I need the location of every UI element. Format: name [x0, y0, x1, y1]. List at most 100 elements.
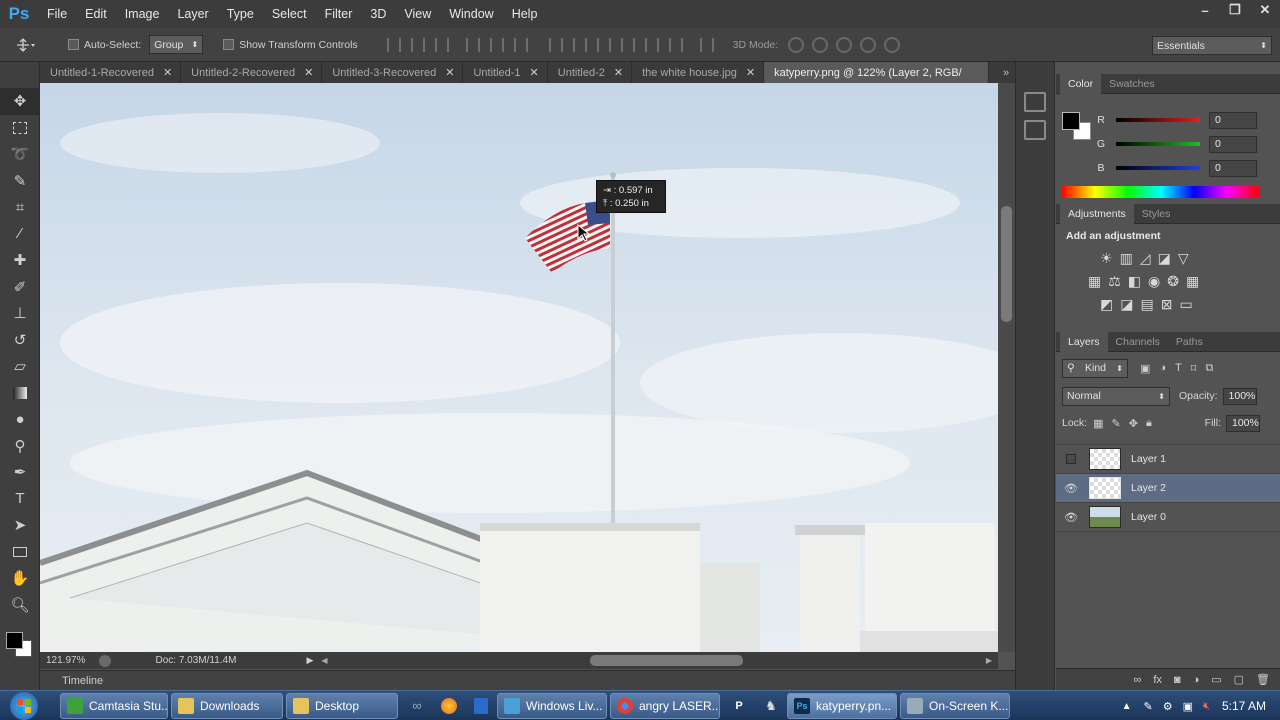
photo-filter-icon[interactable]: ◉: [1148, 273, 1160, 290]
horizontal-scroll-thumb[interactable]: [590, 655, 743, 666]
distribute-top-icon[interactable]: [548, 37, 563, 52]
layer-row-selected[interactable]: 👁︎ Layer 2: [1056, 474, 1280, 503]
curves-icon[interactable]: ◿: [1140, 250, 1151, 267]
tab-swatches[interactable]: Swatches: [1101, 78, 1163, 90]
tab-paths[interactable]: Paths: [1168, 336, 1211, 348]
tab-channels[interactable]: Channels: [1108, 336, 1168, 348]
taskbar-desktop[interactable]: Desktop: [286, 692, 398, 719]
add-mask-icon[interactable]: ◙: [1174, 674, 1181, 686]
properties-panel-icon[interactable]: [1024, 120, 1046, 140]
scroll-left-icon[interactable]: ◀: [321, 656, 327, 665]
app-icon[interactable]: [465, 693, 497, 719]
align-bottom-icon[interactable]: [434, 37, 449, 52]
vertical-scroll-thumb[interactable]: [1001, 206, 1012, 322]
zoom-level[interactable]: 121.97%: [46, 655, 85, 666]
taskbar-camtasia[interactable]: Camtasia Stu...: [60, 692, 168, 719]
tab-untitled-3-recovered[interactable]: Untitled-3-Recovered ✕: [322, 62, 464, 83]
color-spectrum-bar[interactable]: [1062, 186, 1260, 198]
menu-image[interactable]: Image: [116, 0, 169, 28]
visibility-toggle-off[interactable]: [1062, 450, 1080, 468]
eye-icon[interactable]: 👁︎: [1062, 479, 1080, 497]
tab-adjustments[interactable]: Adjustments: [1060, 203, 1134, 224]
menu-edit[interactable]: Edit: [76, 0, 116, 28]
align-left-icon[interactable]: [465, 37, 480, 52]
link-layers-icon[interactable]: ∞: [1134, 674, 1142, 686]
history-brush-tool-icon[interactable]: ↺: [0, 327, 40, 354]
healing-brush-tool-icon[interactable]: ✚: [0, 247, 40, 274]
red-value[interactable]: 0: [1209, 111, 1257, 129]
3d-rotate-icon[interactable]: [788, 36, 805, 53]
distribute-left-icon[interactable]: [620, 37, 635, 52]
tab-untitled-2[interactable]: Untitled-2 ✕: [548, 62, 633, 83]
align-right-icon[interactable]: [513, 37, 528, 52]
foreground-color-swatch[interactable]: [6, 632, 23, 649]
filter-shape-icon[interactable]: ⌑: [1191, 362, 1197, 375]
new-layer-icon[interactable]: ▢: [1234, 673, 1244, 686]
blue-slider[interactable]: [1116, 166, 1200, 170]
3d-roll-icon[interactable]: [812, 36, 829, 53]
pen-tool-icon[interactable]: ✒: [0, 459, 40, 486]
rectangle-tool-icon[interactable]: [0, 539, 40, 566]
lock-position-icon[interactable]: ✥: [1129, 417, 1138, 430]
close-tab-icon[interactable]: ✕: [163, 66, 172, 79]
new-group-icon[interactable]: ▭: [1211, 673, 1221, 686]
vertical-scrollbar[interactable]: [998, 83, 1015, 652]
blue-value[interactable]: 0: [1209, 159, 1257, 177]
red-slider[interactable]: [1116, 118, 1200, 122]
tray-app-icon[interactable]: ⚙: [1163, 700, 1173, 713]
tab-untitled-2-recovered[interactable]: Untitled-2-Recovered ✕: [181, 62, 323, 83]
tab-untitled-1-recovered[interactable]: Untitled-1-Recovered ✕: [40, 62, 182, 83]
distribute-bottom-icon[interactable]: [596, 37, 611, 52]
menu-view[interactable]: View: [395, 0, 440, 28]
clock[interactable]: 5:17 AM: [1222, 699, 1266, 713]
distribute-right-icon[interactable]: [668, 37, 683, 52]
close-tab-icon[interactable]: ✕: [530, 66, 539, 79]
opacity-field[interactable]: 100%: [1222, 387, 1257, 405]
filter-adjustment-icon[interactable]: ◑: [1159, 362, 1166, 375]
close-tab-icon[interactable]: ✕: [614, 66, 623, 79]
gradient-map-icon[interactable]: ▭: [1179, 296, 1192, 313]
eraser-tool-icon[interactable]: ▱: [0, 353, 40, 380]
posterize-icon[interactable]: ◪: [1120, 296, 1133, 313]
lock-transparent-icon[interactable]: ▦: [1093, 417, 1103, 430]
close-tab-icon[interactable]: ✕: [304, 66, 313, 79]
menu-file[interactable]: File: [38, 0, 76, 28]
taskbar-photoshop[interactable]: Ps katyperry.pn...: [787, 692, 897, 719]
hue-saturation-icon[interactable]: ▦: [1088, 273, 1101, 290]
taskbar-chrome[interactable]: angry LASER...: [610, 692, 720, 719]
align-vcenter-icon[interactable]: [410, 37, 425, 52]
tab-katyperry[interactable]: katyperry.png @ 122% (Layer 2, RGB/: [764, 62, 990, 83]
crop-tool-icon[interactable]: ⌗: [0, 194, 40, 221]
menu-layer[interactable]: Layer: [168, 0, 217, 28]
workspace-dropdown[interactable]: Essentials ⬍: [1152, 36, 1272, 55]
blur-tool-icon[interactable]: ●: [0, 406, 40, 433]
tab-untitled-1[interactable]: Untitled-1 ✕: [463, 62, 548, 83]
close-tab-icon[interactable]: ✕: [445, 66, 454, 79]
more-tabs-icon[interactable]: »: [997, 62, 1015, 83]
tab-layers[interactable]: Layers: [1060, 331, 1108, 352]
layer-filter-dropdown[interactable]: ⚲ Kind ⬍: [1062, 358, 1128, 378]
fill-field[interactable]: 100%: [1226, 414, 1260, 432]
close-button[interactable]: ✕: [1250, 0, 1280, 20]
threshold-icon[interactable]: ▤: [1140, 296, 1153, 313]
lock-pixels-icon[interactable]: ✎: [1112, 417, 1121, 430]
layer-style-icon[interactable]: fx: [1153, 674, 1162, 686]
timeline-bar[interactable]: Timeline: [40, 670, 1015, 690]
network-icon[interactable]: ▣: [1183, 700, 1193, 713]
zoom-tool-icon[interactable]: 🔍︎: [0, 592, 40, 619]
quick-select-tool-icon[interactable]: ✎: [0, 168, 40, 195]
menu-3d[interactable]: 3D: [361, 0, 395, 28]
filter-smart-icon[interactable]: ⧉: [1205, 362, 1213, 375]
vibrance-icon[interactable]: ▽: [1178, 250, 1189, 267]
pen-tray-icon[interactable]: ✎: [1144, 700, 1153, 713]
close-tab-icon[interactable]: ✕: [746, 66, 755, 79]
gradient-tool-icon[interactable]: [0, 380, 40, 407]
invert-icon[interactable]: ◩: [1100, 296, 1113, 313]
clone-stamp-tool-icon[interactable]: ⊥: [0, 300, 40, 327]
menu-type[interactable]: Type: [218, 0, 263, 28]
show-transform-checkbox[interactable]: [223, 39, 235, 50]
firefox-icon[interactable]: [433, 693, 465, 719]
volume-muted-icon[interactable]: 🔇︎: [1203, 700, 1210, 713]
fg-color-chip[interactable]: [1062, 112, 1080, 130]
green-value[interactable]: 0: [1209, 135, 1257, 153]
